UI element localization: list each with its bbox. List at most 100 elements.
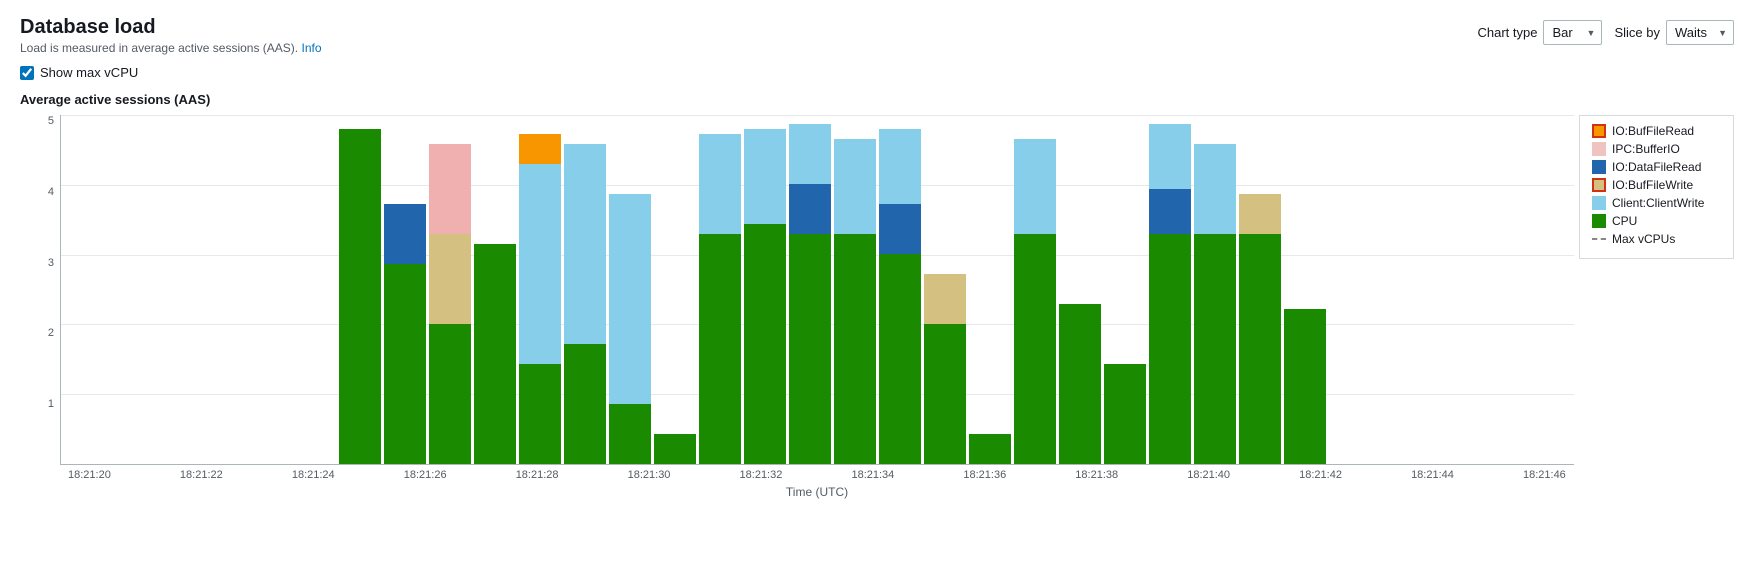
bar-segment: [834, 234, 876, 464]
legend: IO:BufFileRead IPC:BufferIO IO:DataFileR…: [1579, 115, 1734, 259]
x-tick-11: 18:21:40: [1187, 469, 1230, 481]
show-max-vcpu-label[interactable]: Show max vCPU: [40, 65, 138, 80]
bar-group: [924, 114, 966, 464]
bar-group: [114, 114, 156, 464]
legend-color-io-datafileread: [1592, 160, 1606, 174]
bar-group: [1104, 114, 1146, 464]
bar-group: [1059, 114, 1101, 464]
header-left: Database load Load is measured in averag…: [20, 16, 322, 55]
legend-item-io-buffileread: IO:BufFileRead: [1592, 124, 1721, 138]
chart-type-label: Chart type: [1477, 25, 1537, 40]
bar-segment: [654, 434, 696, 464]
legend-color-client-clientwrite: [1592, 196, 1606, 210]
bar-segment: [1239, 194, 1281, 234]
bar-segment: [1149, 189, 1191, 234]
x-tick-7: 18:21:32: [740, 469, 783, 481]
legend-label-io-datafileread: IO:DataFileRead: [1612, 160, 1701, 174]
bar-group: [744, 114, 786, 464]
bar-group: [69, 114, 111, 464]
legend-item-io-datafileread: IO:DataFileRead: [1592, 160, 1721, 174]
bar-group: [699, 114, 741, 464]
slice-by-group: Slice by Waits SQL Hosts Users: [1614, 20, 1734, 45]
x-tick-10: 18:21:38: [1075, 469, 1118, 481]
y-tick-5: 5: [48, 115, 54, 127]
bar-group: [294, 114, 336, 464]
legend-label-io-buffileread: IO:BufFileRead: [1612, 124, 1694, 138]
chart-body: 18:21:20 18:21:22 18:21:24 18:21:26 18:2…: [60, 115, 1734, 499]
bar-group: [1284, 114, 1326, 464]
chart-type-select-wrapper: Bar Line: [1543, 20, 1602, 45]
bar-segment: [519, 164, 561, 364]
bar-segment: [699, 234, 741, 464]
legend-label-client-clientwrite: Client:ClientWrite: [1612, 196, 1704, 210]
y-tick-1: 1: [48, 398, 54, 410]
legend-dash-max-vcpus: [1592, 238, 1606, 240]
bar-segment: [699, 134, 741, 234]
legend-color-cpu: [1592, 214, 1606, 228]
y-tick-2: 2: [48, 327, 54, 339]
legend-item-client-clientwrite: Client:ClientWrite: [1592, 196, 1721, 210]
bar-group: [339, 114, 381, 464]
bar-segment: [519, 364, 561, 464]
x-tick-2: 18:21:22: [180, 469, 223, 481]
page-title: Database load: [20, 16, 322, 39]
bar-segment: [924, 274, 966, 324]
x-tick-5: 18:21:28: [516, 469, 559, 481]
x-axis-ticks: 18:21:20 18:21:22 18:21:24 18:21:26 18:2…: [60, 465, 1574, 481]
bar-group: [429, 114, 471, 464]
bar-segment: [969, 434, 1011, 464]
chart-title: Average active sessions (AAS): [20, 92, 1734, 107]
bar-segment: [879, 254, 921, 464]
slice-by-select[interactable]: Waits SQL Hosts Users: [1666, 20, 1734, 45]
show-max-vcpu-row: Show max vCPU: [20, 65, 1734, 80]
bar-segment: [1194, 234, 1236, 464]
subtitle: Load is measured in average active sessi…: [20, 41, 322, 55]
bar-segment: [1149, 124, 1191, 189]
header-right: Chart type Bar Line Slice by Waits SQL H…: [1477, 20, 1734, 45]
legend-item-cpu: CPU: [1592, 214, 1721, 228]
legend-color-io-buffilewrite: [1592, 178, 1606, 192]
bar-group: [1194, 114, 1236, 464]
legend-label-io-buffilewrite: IO:BufFileWrite: [1612, 178, 1693, 192]
bar-segment: [1284, 309, 1326, 464]
bar-group: [564, 114, 606, 464]
bars-container: [61, 115, 1574, 464]
chart-type-select[interactable]: Bar Line: [1543, 20, 1602, 45]
bar-group: [249, 114, 291, 464]
bar-group: [474, 114, 516, 464]
bar-group: [654, 114, 696, 464]
bar-segment: [1059, 304, 1101, 464]
bar-segment: [879, 129, 921, 204]
info-link[interactable]: Info: [301, 41, 321, 55]
slice-by-label: Slice by: [1614, 25, 1660, 40]
bar-group: [1014, 114, 1056, 464]
page: Database load Load is measured in averag…: [0, 0, 1754, 568]
show-max-vcpu-checkbox[interactable]: [20, 66, 34, 80]
bar-segment: [384, 204, 426, 264]
x-axis-label: Time (UTC): [60, 485, 1574, 499]
y-tick-3: 3: [48, 257, 54, 269]
bar-segment: [609, 194, 651, 404]
legend-item-ipc-bufferio: IPC:BufferIO: [1592, 142, 1721, 156]
x-tick-3: 18:21:24: [292, 469, 335, 481]
y-tick-4: 4: [48, 186, 54, 198]
legend-item-max-vcpus: Max vCPUs: [1592, 232, 1721, 246]
bar-group: [519, 114, 561, 464]
x-tick-4: 18:21:26: [404, 469, 447, 481]
bar-segment: [429, 144, 471, 234]
bar-group: [159, 114, 201, 464]
bar-segment: [564, 344, 606, 464]
chart-plot: [60, 115, 1574, 465]
bar-segment: [789, 234, 831, 464]
x-tick-6: 18:21:30: [628, 469, 671, 481]
y-axis: 5 4 3 2 1: [20, 115, 60, 499]
bar-segment: [924, 324, 966, 464]
x-tick-14: 18:21:46: [1523, 469, 1566, 481]
legend-item-io-buffilewrite: IO:BufFileWrite: [1592, 178, 1721, 192]
bar-segment: [1149, 234, 1191, 464]
legend-color-io-buffileread: [1592, 124, 1606, 138]
x-tick-13: 18:21:44: [1411, 469, 1454, 481]
bar-group: [609, 114, 651, 464]
bar-group: [204, 114, 246, 464]
bar-group: [384, 114, 426, 464]
